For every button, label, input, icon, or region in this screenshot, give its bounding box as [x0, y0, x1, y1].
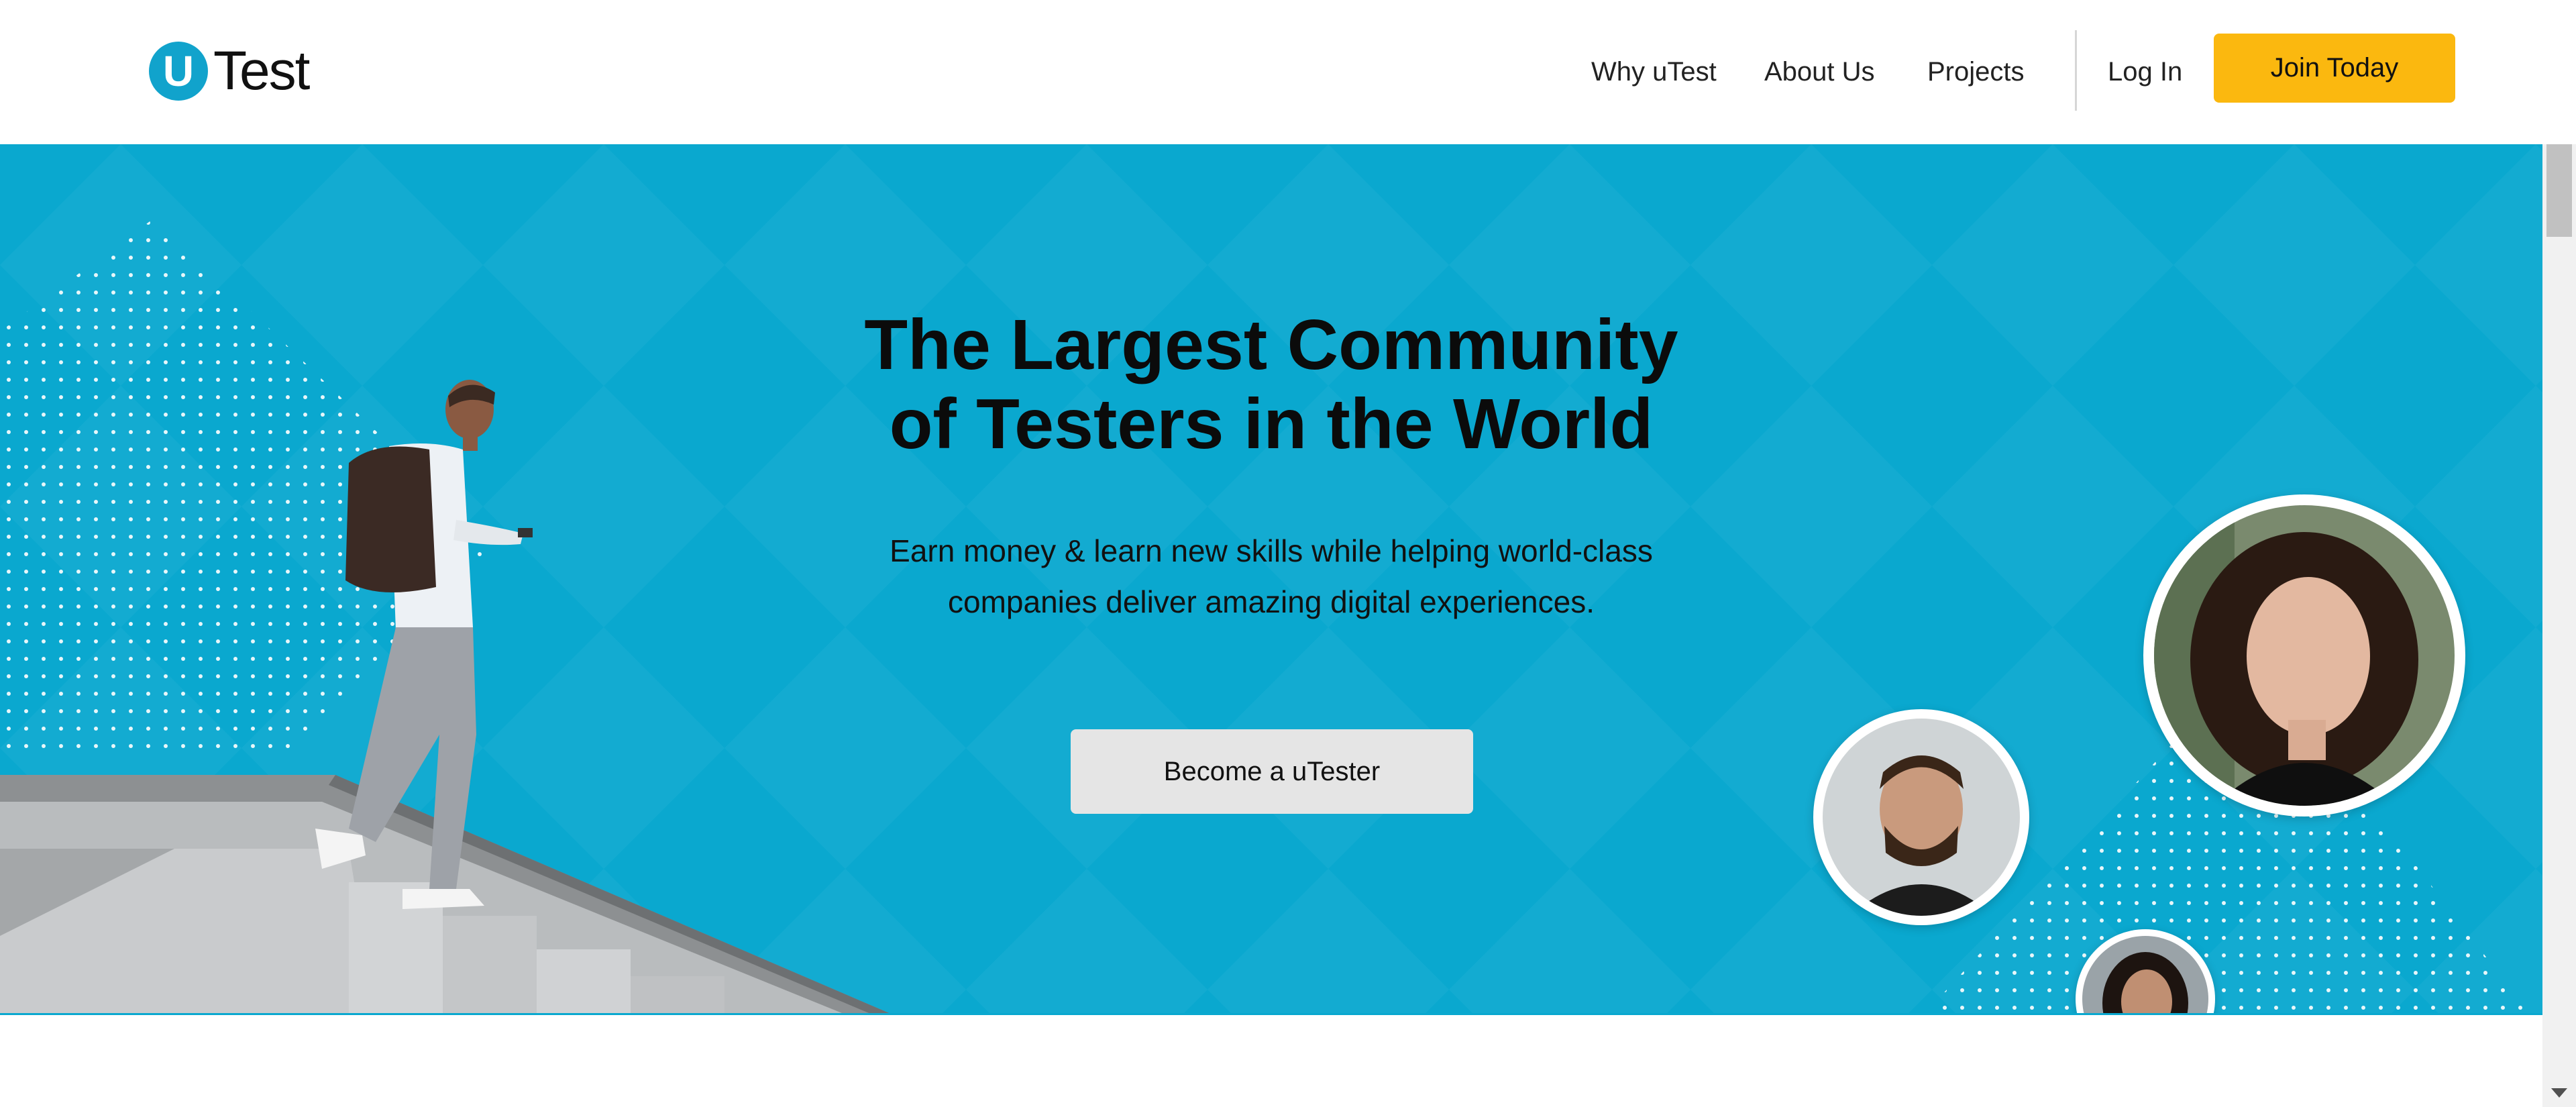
hero-title: The Largest Community of Testers in the … [0, 305, 2542, 464]
hero-title-line-1: The Largest Community [864, 305, 1678, 384]
hero-subtitle-line-1: Earn money & learn new skills while help… [890, 533, 1653, 568]
hero-bottom-edge [0, 1013, 2542, 1015]
tester-portrait-2 [1823, 719, 2020, 916]
tester-avatar-woman-curly-hair [2143, 494, 2465, 816]
nav-item-why-utest[interactable]: Why uTest [1591, 0, 1717, 144]
nav-item-about-us[interactable]: About Us [1764, 0, 1875, 144]
utest-logo[interactable]: U Test [149, 40, 310, 102]
nav-item-projects[interactable]: Projects [1927, 0, 2025, 144]
tester-avatar-man-beard [1813, 709, 2029, 925]
nav-item-login[interactable]: Log In [2108, 0, 2182, 144]
become-utester-button[interactable]: Become a uTester [1071, 729, 1473, 814]
tester-portrait-1 [2154, 505, 2455, 806]
hero-title-line-2: of Testers in the World [889, 384, 1654, 464]
nav-divider [2075, 30, 2077, 111]
nav-link-projects[interactable]: Projects [1927, 57, 2025, 87]
chevron-down-icon[interactable] [2551, 1088, 2567, 1098]
site-header: U Test Why uTest About Us Projects Log I… [0, 0, 2542, 145]
scrollbar-thumb[interactable] [2546, 144, 2572, 237]
nav-link-about-us[interactable]: About Us [1764, 57, 1875, 87]
join-today-button[interactable]: Join Today [2214, 34, 2455, 103]
tester-portrait-3 [2082, 936, 2208, 1014]
utest-logo-text: Test [213, 40, 310, 101]
utest-logo-icon: U [149, 42, 208, 101]
login-link[interactable]: Log In [2108, 57, 2182, 87]
hero-section: The Largest Community of Testers in the … [0, 144, 2542, 1014]
page-scrollbar[interactable] [2542, 144, 2576, 1107]
nav-link-why-utest[interactable]: Why uTest [1591, 57, 1717, 87]
